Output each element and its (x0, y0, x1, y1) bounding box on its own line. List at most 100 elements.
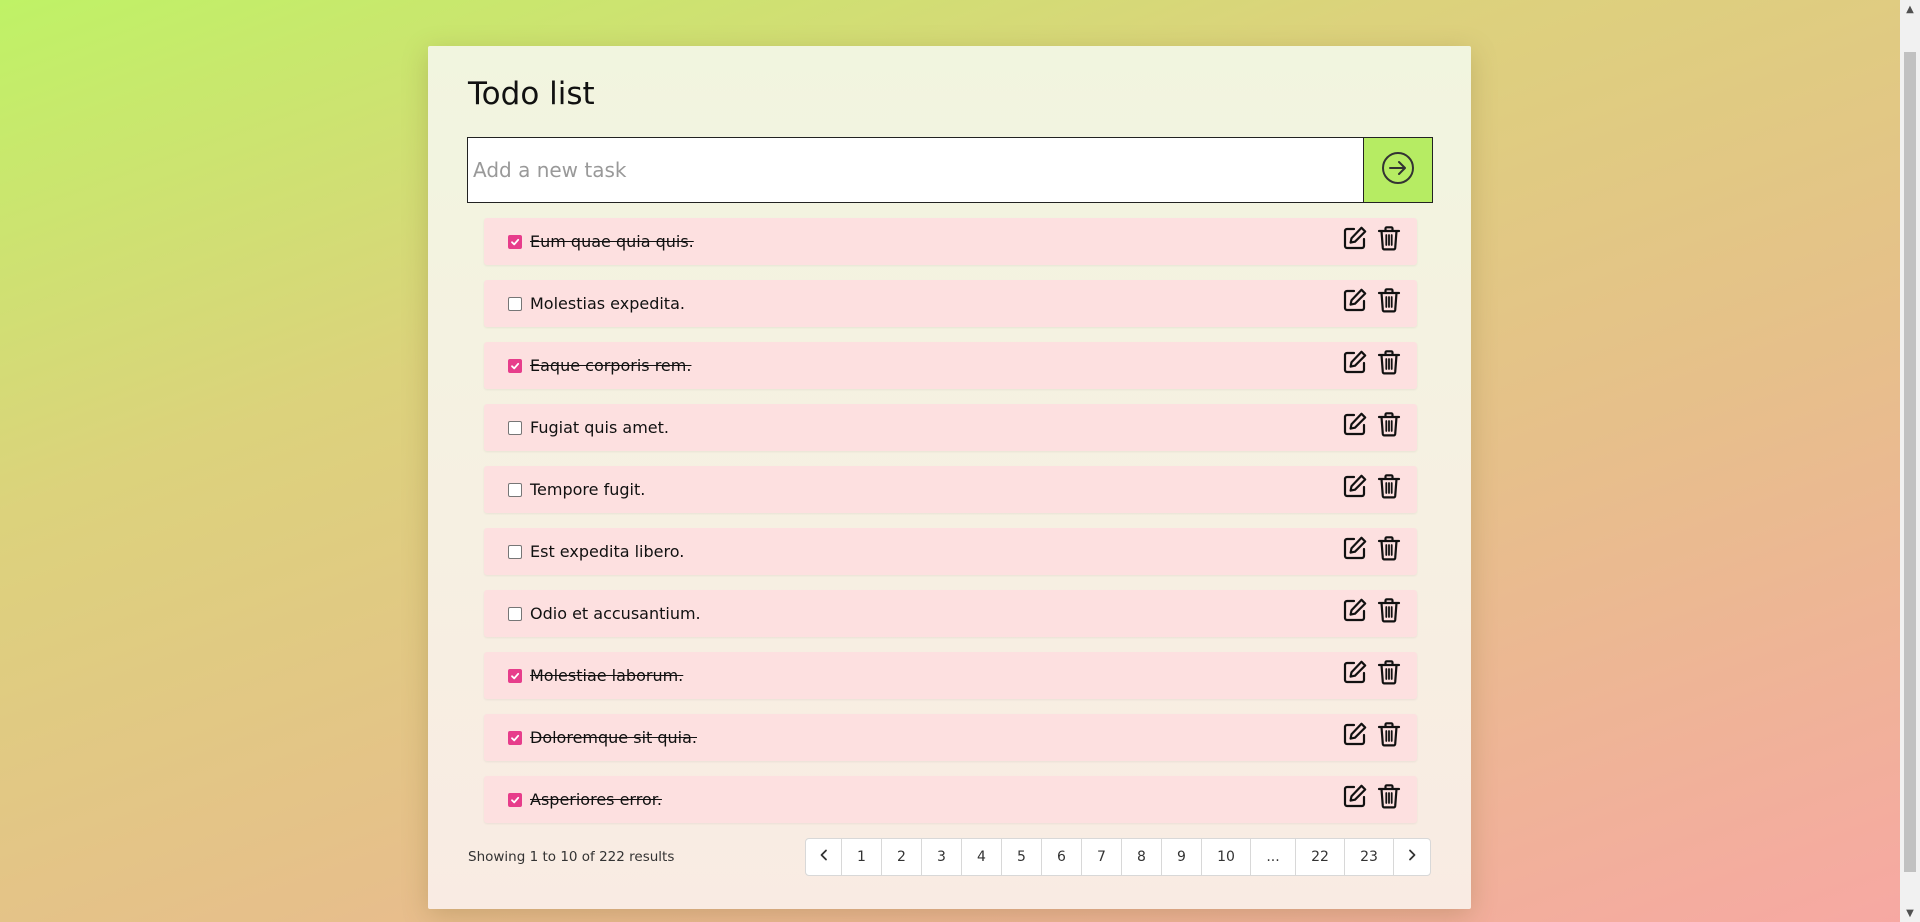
delete-task-button[interactable] (1375, 660, 1403, 688)
edit-task-button[interactable] (1341, 722, 1369, 750)
trash-icon (1377, 597, 1401, 627)
task-actions (1341, 350, 1403, 378)
task-item: Fugiat quis amet. (484, 404, 1417, 451)
edit-task-button[interactable] (1341, 226, 1369, 254)
edit-task-button[interactable] (1341, 412, 1369, 440)
task-item: Asperiores error. (484, 776, 1417, 823)
edit-icon (1342, 287, 1368, 317)
page-button[interactable]: 10 (1202, 839, 1251, 875)
delete-task-button[interactable] (1375, 226, 1403, 254)
edit-task-button[interactable] (1341, 474, 1369, 502)
page-button[interactable]: 9 (1162, 839, 1202, 875)
task-actions (1341, 474, 1403, 502)
chevron-right-icon (1406, 849, 1418, 865)
trash-icon (1377, 349, 1401, 379)
task-checkbox[interactable] (508, 730, 522, 745)
edit-task-button[interactable] (1341, 598, 1369, 626)
arrow-right-circle-icon (1381, 151, 1415, 189)
delete-task-button[interactable] (1375, 722, 1403, 750)
pagination: 1 2 3 4 5 6 7 8 9 10... 22 23 (805, 838, 1431, 876)
edit-icon (1342, 783, 1368, 813)
task-text: Fugiat quis amet. (530, 418, 669, 437)
edit-icon (1342, 349, 1368, 379)
task-item: Molestias expedita. (484, 280, 1417, 327)
edit-icon (1342, 535, 1368, 565)
task-actions (1341, 784, 1403, 812)
edit-icon (1342, 597, 1368, 627)
scroll-down-arrow[interactable]: ▼ (1900, 904, 1920, 922)
delete-task-button[interactable] (1375, 412, 1403, 440)
task-item: Doloremque sit quia. (484, 714, 1417, 761)
trash-icon (1377, 721, 1401, 751)
delete-task-button[interactable] (1375, 598, 1403, 626)
edit-task-button[interactable] (1341, 784, 1369, 812)
task-text: Asperiores error. (530, 790, 662, 809)
delete-task-button[interactable] (1375, 536, 1403, 564)
page-button[interactable]: 1 (842, 839, 882, 875)
task-text: Molestias expedita. (530, 294, 685, 313)
trash-icon (1377, 411, 1401, 441)
task-actions (1341, 598, 1403, 626)
add-task-button[interactable] (1363, 137, 1433, 203)
task-text: Eaque corporis rem. (530, 356, 692, 375)
page-scrollbar[interactable]: ▲ ▼ (1900, 0, 1920, 922)
task-text: Tempore fugit. (530, 480, 646, 499)
page-button[interactable]: 3 (922, 839, 962, 875)
task-checkbox[interactable] (508, 296, 522, 311)
delete-task-button[interactable] (1375, 784, 1403, 812)
todo-card: Todo list Eum quae quia quis. (428, 46, 1471, 909)
page-button[interactable]: 5 (1002, 839, 1042, 875)
task-checkbox[interactable] (508, 668, 522, 683)
task-item: Eaque corporis rem. (484, 342, 1417, 389)
page-button[interactable]: 23 (1345, 839, 1394, 875)
task-text: Doloremque sit quia. (530, 728, 697, 747)
page-title: Todo list (468, 76, 595, 112)
task-actions (1341, 536, 1403, 564)
edit-icon (1342, 225, 1368, 255)
edit-task-button[interactable] (1341, 350, 1369, 378)
task-checkbox[interactable] (508, 234, 522, 249)
add-task-input[interactable] (467, 137, 1363, 203)
page-button[interactable]: 2 (882, 839, 922, 875)
page-button[interactable]: 6 (1042, 839, 1082, 875)
results-summary: Showing 1 to 10 of 222 results (468, 849, 675, 865)
task-checkbox[interactable] (508, 544, 522, 559)
task-checkbox[interactable] (508, 606, 522, 621)
task-checkbox[interactable] (508, 420, 522, 435)
trash-icon (1377, 225, 1401, 255)
scroll-up-arrow[interactable]: ▲ (1900, 0, 1920, 18)
task-actions (1341, 722, 1403, 750)
next-page-button[interactable] (1394, 839, 1430, 875)
task-item: Eum quae quia quis. (484, 218, 1417, 265)
edit-icon (1342, 659, 1368, 689)
delete-task-button[interactable] (1375, 288, 1403, 316)
edit-icon (1342, 411, 1368, 441)
page-button[interactable]: 22 (1296, 839, 1345, 875)
trash-icon (1377, 473, 1401, 503)
task-item: Est expedita libero. (484, 528, 1417, 575)
trash-icon (1377, 783, 1401, 813)
add-task-form (467, 137, 1433, 203)
task-list: Eum quae quia quis. Molestias expedita. … (484, 218, 1417, 838)
scrollbar-thumb[interactable] (1904, 52, 1916, 872)
delete-task-button[interactable] (1375, 474, 1403, 502)
edit-task-button[interactable] (1341, 288, 1369, 316)
edit-task-button[interactable] (1341, 660, 1369, 688)
trash-icon (1377, 287, 1401, 317)
edit-task-button[interactable] (1341, 536, 1369, 564)
prev-page-button[interactable] (806, 839, 842, 875)
task-actions (1341, 226, 1403, 254)
task-text: Odio et accusantium. (530, 604, 701, 623)
task-actions (1341, 660, 1403, 688)
task-item: Molestiae laborum. (484, 652, 1417, 699)
page-button[interactable]: 4 (962, 839, 1002, 875)
task-checkbox[interactable] (508, 482, 522, 497)
task-text: Est expedita libero. (530, 542, 685, 561)
task-checkbox[interactable] (508, 792, 522, 807)
task-checkbox[interactable] (508, 358, 522, 373)
page-button[interactable]: 8 (1122, 839, 1162, 875)
edit-icon (1342, 721, 1368, 751)
task-actions (1341, 412, 1403, 440)
page-button[interactable]: 7 (1082, 839, 1122, 875)
delete-task-button[interactable] (1375, 350, 1403, 378)
